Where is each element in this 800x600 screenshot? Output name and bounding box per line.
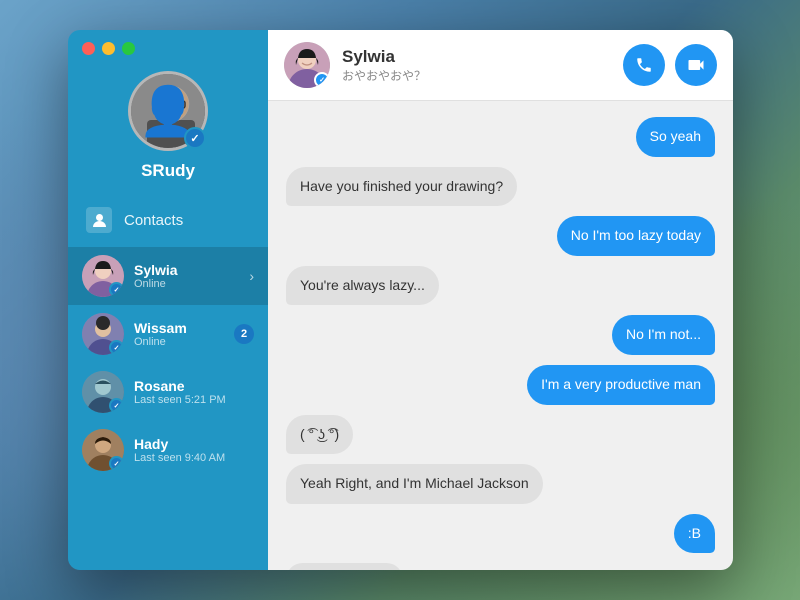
wissam-unread: 2	[234, 324, 254, 344]
hady-status: Last seen 9:40 AM	[134, 452, 254, 464]
user-avatar-container	[128, 71, 208, 151]
call-button[interactable]	[623, 44, 665, 86]
traffic-lights	[68, 30, 149, 67]
message-6: I'm a very productive man	[527, 365, 715, 405]
message-5: No I'm not...	[612, 315, 715, 355]
rosane-verified	[109, 398, 124, 413]
message-7: ( ͡° ͜ʖ ͡°)	[286, 415, 353, 455]
contact-avatar-hady	[82, 429, 124, 471]
chat-header-verified-badge	[314, 72, 330, 88]
video-button[interactable]	[675, 44, 717, 86]
close-light[interactable]	[82, 42, 95, 55]
contact-avatar-rosane	[82, 371, 124, 413]
chat-header-actions	[623, 44, 717, 86]
rosane-info: Rosane Last seen 5:21 PM	[134, 378, 254, 406]
message-4: You're always lazy...	[286, 266, 439, 306]
contacts-icon	[86, 207, 112, 233]
hady-info: Hady Last seen 9:40 AM	[134, 436, 254, 464]
message-8: Yeah Right, and I'm Michael Jackson	[286, 464, 543, 504]
message-9: :B	[674, 514, 715, 554]
contact-item-hady[interactable]: Hady Last seen 9:40 AM	[68, 421, 268, 479]
contact-avatar-wissam	[82, 313, 124, 355]
contact-item-sylwia[interactable]: Sylwia Online ›	[68, 247, 268, 305]
sylwia-name: Sylwia	[134, 262, 239, 278]
user-name: SRudy	[141, 161, 195, 181]
chat-header-avatar	[284, 42, 330, 88]
message-2: Have you finished your drawing?	[286, 167, 517, 207]
contacts-text: Contacts	[124, 212, 183, 229]
sidebar: SRudy Contacts	[68, 30, 268, 570]
sylwia-info: Sylwia Online	[134, 262, 239, 290]
app-window: SRudy Contacts	[68, 30, 733, 570]
chat-contact-sub: おやおやおや？	[342, 67, 611, 84]
user-verified-badge	[184, 127, 206, 149]
wissam-name: Wissam	[134, 320, 224, 336]
minimize-light[interactable]	[102, 42, 115, 55]
wissam-info: Wissam Online	[134, 320, 224, 348]
chat-header: Sylwia おやおやおや？	[268, 30, 733, 101]
chat-header-info: Sylwia おやおやおや？	[342, 47, 611, 84]
wissam-verified	[109, 340, 124, 355]
contact-avatar-sylwia	[82, 255, 124, 297]
wissam-status: Online	[134, 336, 224, 348]
contact-item-rosane[interactable]: Rosane Last seen 5:21 PM	[68, 363, 268, 421]
contacts-label-row: Contacts	[68, 197, 268, 243]
rosane-status: Last seen 5:21 PM	[134, 394, 254, 406]
sylwia-status: Online	[134, 278, 239, 290]
messages-container[interactable]: So yeah Have you finished your drawing? …	[268, 101, 733, 570]
sylwia-chevron: ›	[249, 268, 254, 284]
message-3: No I'm too lazy today	[557, 216, 715, 256]
rosane-name: Rosane	[134, 378, 254, 394]
hady-name: Hady	[134, 436, 254, 452]
hady-verified	[109, 456, 124, 471]
maximize-light[interactable]	[122, 42, 135, 55]
typing-indicator: Sylwia is typing	[286, 563, 403, 570]
chat-panel: Sylwia おやおやおや？ So yeah	[268, 30, 733, 570]
message-1: So yeah	[636, 117, 715, 157]
chat-contact-name: Sylwia	[342, 47, 611, 67]
contact-item-wissam[interactable]: Wissam Online 2	[68, 305, 268, 363]
sylwia-verified	[109, 282, 124, 297]
